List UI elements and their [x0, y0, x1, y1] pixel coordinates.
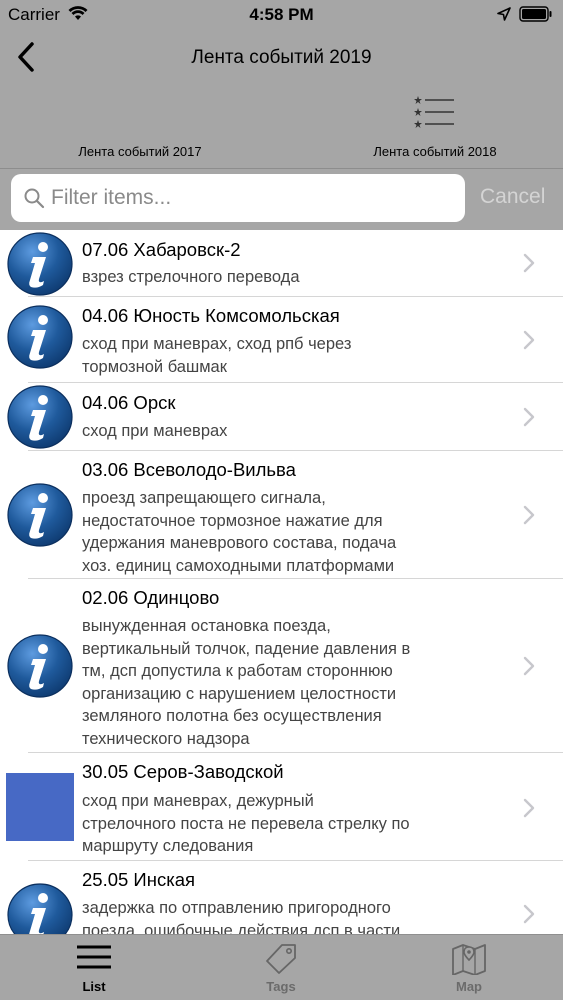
event-title: 03.06 Всеволодо-Вильва: [82, 459, 296, 480]
hamburger-icon: [77, 945, 111, 969]
battery-icon: [519, 6, 552, 22]
tag-icon: [266, 944, 296, 974]
event-description: сход при маневрах: [82, 422, 228, 440]
placeholder-image: [6, 773, 74, 841]
chevron-right-icon: [523, 656, 535, 676]
tab-label: List: [82, 979, 106, 994]
event-description: сход при маневрах, дежурный стрелочного …: [82, 792, 410, 855]
list-item[interactable]: 03.06 Всеволодо-Вильва проезд запрещающе…: [0, 451, 563, 579]
list-item[interactable]: 04.06 Юность Комсомольская сход при мане…: [0, 297, 563, 383]
event-list[interactable]: 07.06 Хабаровск-2 взрез стрелочного пере…: [0, 230, 563, 934]
map-icon: [452, 944, 486, 975]
tab-list[interactable]: List: [34, 935, 154, 1000]
chevron-right-icon: [523, 505, 535, 525]
event-title: 04.06 Орск: [82, 392, 176, 413]
tab-map[interactable]: Map: [409, 935, 529, 1000]
tab-label: Map: [456, 979, 482, 994]
event-description: сход при маневрах, сход рпб через тормоз…: [82, 335, 352, 376]
event-description: взрез стрелочного перевода: [82, 268, 300, 286]
chevron-right-icon: [523, 253, 535, 273]
list-item[interactable]: 07.06 Хабаровск-2 взрез стрелочного пере…: [0, 230, 563, 297]
event-title: 04.06 Юность Комсомольская: [82, 305, 340, 326]
info-icon: [7, 232, 73, 296]
event-title: 07.06 Хабаровск-2: [82, 239, 241, 260]
search-box[interactable]: [11, 174, 465, 222]
feed-2017-link[interactable]: Лента событий 2017: [60, 144, 220, 159]
list-item[interactable]: 04.06 Орск сход при маневрах: [0, 383, 563, 451]
status-bar: Carrier 4:58 PM: [0, 0, 563, 30]
event-title: 30.05 Серов-Заводской: [82, 761, 284, 782]
event-description: задержка по отправлению пригородного пое…: [82, 899, 401, 934]
event-description: вынужденная остановка поезда, вертикальн…: [82, 617, 411, 748]
chevron-right-icon: [523, 330, 535, 350]
info-icon: [7, 305, 73, 369]
event-title: 02.06 Одинцово: [82, 587, 220, 608]
chevron-right-icon: [523, 407, 535, 427]
event-description: проезд запрещающего сигнала, недостаточн…: [82, 489, 397, 575]
search-input[interactable]: [51, 174, 451, 222]
chevron-right-icon: [523, 798, 535, 818]
header-divider: [0, 168, 563, 169]
list-item[interactable]: 02.06 Одинцово вынужденная остановка пое…: [0, 579, 563, 753]
info-icon: [7, 385, 73, 449]
info-icon: [7, 634, 73, 698]
location-arrow-icon: [497, 7, 511, 21]
tab-bar: List Tags Map: [0, 934, 563, 1000]
header: Carrier 4:58 PM Лента событий 2019 Лента…: [0, 0, 563, 230]
search-icon: [24, 188, 45, 209]
list-item[interactable]: 30.05 Серов-Заводской сход при маневрах,…: [0, 753, 563, 861]
list-item[interactable]: 25.05 Инская задержка по отправлению при…: [0, 861, 563, 934]
chevron-right-icon: [523, 904, 535, 924]
event-title: 25.05 Инская: [82, 869, 196, 890]
tab-label: Tags: [266, 979, 296, 994]
info-icon: [7, 483, 73, 547]
feed-2018-link[interactable]: Лента событий 2018: [355, 144, 515, 159]
page-title: Лента событий 2019: [191, 47, 372, 68]
tab-tags[interactable]: Tags: [221, 935, 341, 1000]
cancel-button[interactable]: Cancel: [480, 185, 545, 209]
star-list-icon[interactable]: [414, 95, 456, 131]
status-time: 4:58 PM: [249, 5, 314, 24]
info-icon: [7, 883, 73, 934]
